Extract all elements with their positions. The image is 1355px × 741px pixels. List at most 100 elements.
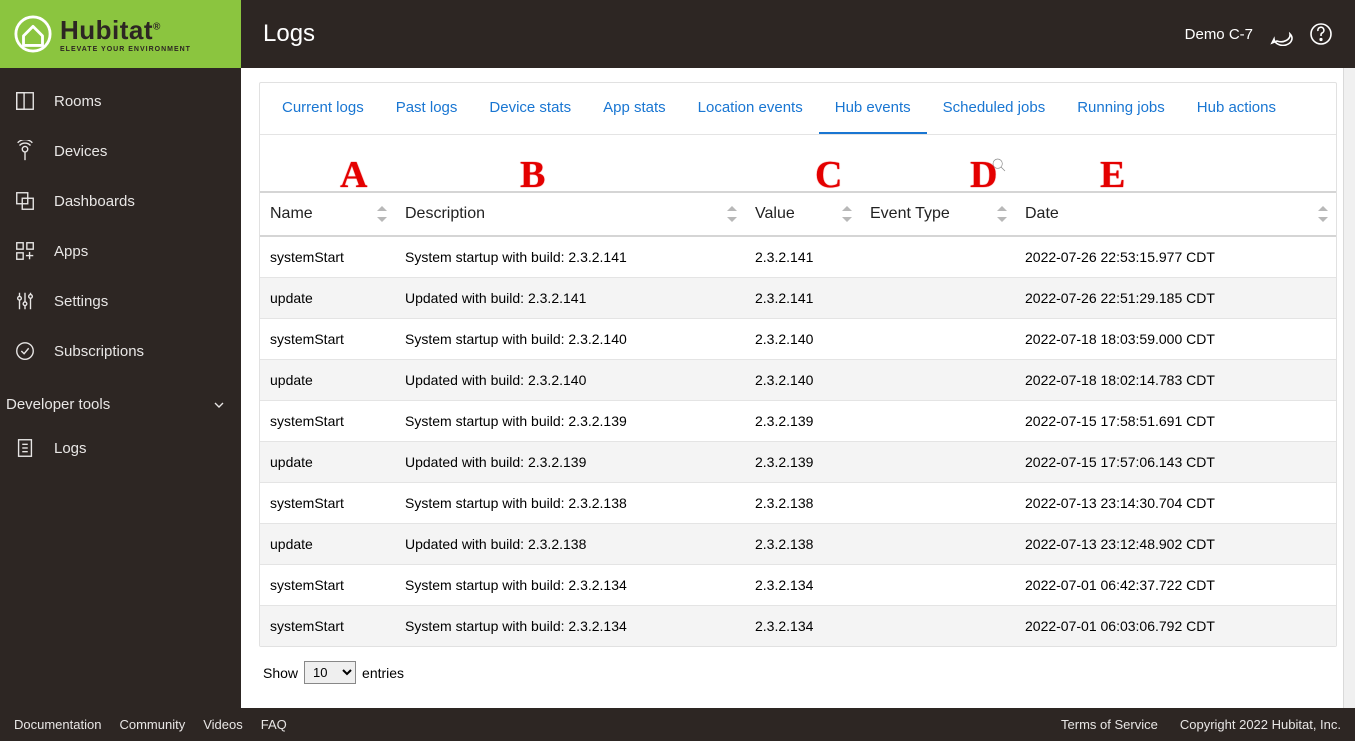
cell-event bbox=[860, 524, 1015, 565]
cell-name: systemStart bbox=[260, 565, 395, 606]
chat-icon[interactable] bbox=[1269, 22, 1293, 46]
cell-date: 2022-07-18 18:03:59.000 CDT bbox=[1015, 319, 1336, 360]
tab-scheduled-jobs[interactable]: Scheduled jobs bbox=[927, 83, 1062, 134]
rooms-icon bbox=[14, 90, 36, 112]
sidebar-item-subscriptions[interactable]: Subscriptions bbox=[0, 326, 241, 376]
cell-value: 2.3.2.139 bbox=[745, 401, 860, 442]
entries-label: entries bbox=[362, 665, 404, 681]
tab-running-jobs[interactable]: Running jobs bbox=[1061, 83, 1181, 134]
table-row[interactable]: systemStartSystem startup with build: 2.… bbox=[260, 319, 1336, 360]
cell-desc: System startup with build: 2.3.2.134 bbox=[395, 606, 745, 647]
main: Logs Demo C-7 Current logsPast logsDevic… bbox=[241, 0, 1355, 708]
cell-name: update bbox=[260, 360, 395, 401]
cell-name: update bbox=[260, 278, 395, 319]
cell-value: 2.3.2.140 bbox=[745, 319, 860, 360]
cell-value: 2.3.2.138 bbox=[745, 524, 860, 565]
footer-link-community[interactable]: Community bbox=[119, 717, 185, 732]
cell-desc: System startup with build: 2.3.2.139 bbox=[395, 401, 745, 442]
devices-icon bbox=[14, 140, 36, 162]
terms-link[interactable]: Terms of Service bbox=[1061, 717, 1158, 732]
cell-desc: System startup with build: 2.3.2.141 bbox=[395, 236, 745, 278]
cell-date: 2022-07-15 17:57:06.143 CDT bbox=[1015, 442, 1336, 483]
sort-icon bbox=[377, 206, 387, 222]
copyright: Copyright 2022 Hubitat, Inc. bbox=[1180, 717, 1341, 732]
column-description[interactable]: Description bbox=[395, 192, 745, 236]
cell-event bbox=[860, 236, 1015, 278]
cell-date: 2022-07-26 22:53:15.977 CDT bbox=[1015, 236, 1336, 278]
tab-app-stats[interactable]: App stats bbox=[587, 83, 682, 134]
cell-name: systemStart bbox=[260, 236, 395, 278]
cell-event bbox=[860, 565, 1015, 606]
table-row[interactable]: systemStartSystem startup with build: 2.… bbox=[260, 565, 1336, 606]
dashboards-icon bbox=[14, 190, 36, 212]
tab-device-stats[interactable]: Device stats bbox=[473, 83, 587, 134]
cell-name: systemStart bbox=[260, 401, 395, 442]
tab-hub-actions[interactable]: Hub actions bbox=[1181, 83, 1292, 134]
sidebar-item-dashboards[interactable]: Dashboards bbox=[0, 176, 241, 226]
logo[interactable]: Hubitat® ELEVATE YOUR ENVIRONMENT bbox=[0, 0, 241, 68]
hub-name: Demo C-7 bbox=[1185, 26, 1253, 43]
search-icon bbox=[991, 157, 1007, 173]
sidebar-item-label: Dashboards bbox=[54, 193, 135, 210]
cell-value: 2.3.2.141 bbox=[745, 236, 860, 278]
sort-icon bbox=[842, 206, 852, 222]
apps-icon bbox=[14, 240, 36, 262]
column-name[interactable]: Name bbox=[260, 192, 395, 236]
brand-tagline: ELEVATE YOUR ENVIRONMENT bbox=[60, 46, 191, 53]
table-row[interactable]: updateUpdated with build: 2.3.2.1382.3.2… bbox=[260, 524, 1336, 565]
help-icon[interactable] bbox=[1309, 22, 1333, 46]
top-bar: Logs Demo C-7 bbox=[241, 0, 1355, 68]
brand-name: Hubitat bbox=[60, 15, 153, 45]
tab-location-events[interactable]: Location events bbox=[682, 83, 819, 134]
sidebar-item-label: Settings bbox=[54, 293, 108, 310]
page-title: Logs bbox=[263, 20, 315, 48]
chevron-down-icon bbox=[211, 397, 227, 413]
sidebar-item-settings[interactable]: Settings bbox=[0, 276, 241, 326]
sidebar-item-devices[interactable]: Devices bbox=[0, 126, 241, 176]
cell-date: 2022-07-15 17:58:51.691 CDT bbox=[1015, 401, 1336, 442]
sort-icon bbox=[727, 206, 737, 222]
footer-link-documentation[interactable]: Documentation bbox=[14, 717, 101, 732]
column-event-type[interactable]: Event Type bbox=[860, 192, 1015, 236]
scrollbar[interactable] bbox=[1343, 68, 1355, 708]
developer-tools-label: Developer tools bbox=[6, 396, 110, 413]
sidebar-item-rooms[interactable]: Rooms bbox=[0, 76, 241, 126]
search-input[interactable] bbox=[991, 156, 1324, 171]
cell-value: 2.3.2.140 bbox=[745, 360, 860, 401]
column-value[interactable]: Value bbox=[745, 192, 860, 236]
table-row[interactable]: updateUpdated with build: 2.3.2.1412.3.2… bbox=[260, 278, 1336, 319]
sidebar-item-apps[interactable]: Apps bbox=[0, 226, 241, 276]
footer: Documentation Community Videos FAQ Terms of… bbox=[0, 708, 1355, 741]
table-row[interactable]: systemStartSystem startup with build: 2.… bbox=[260, 606, 1336, 647]
cell-desc: System startup with build: 2.3.2.138 bbox=[395, 483, 745, 524]
column-date[interactable]: Date bbox=[1015, 192, 1336, 236]
cell-date: 2022-07-26 22:51:29.185 CDT bbox=[1015, 278, 1336, 319]
table-row[interactable]: updateUpdated with build: 2.3.2.1392.3.2… bbox=[260, 442, 1336, 483]
cell-date: 2022-07-01 06:42:37.722 CDT bbox=[1015, 565, 1336, 606]
footer-link-videos[interactable]: Videos bbox=[203, 717, 243, 732]
cell-event bbox=[860, 360, 1015, 401]
tab-current-logs[interactable]: Current logs bbox=[266, 83, 380, 134]
cell-event bbox=[860, 442, 1015, 483]
cell-date: 2022-07-01 06:03:06.792 CDT bbox=[1015, 606, 1336, 647]
tab-hub-events[interactable]: Hub events bbox=[819, 83, 927, 134]
cell-value: 2.3.2.139 bbox=[745, 442, 860, 483]
cell-name: update bbox=[260, 442, 395, 483]
events-table: NameDescriptionValueEvent TypeDate syste… bbox=[260, 191, 1336, 646]
sort-icon bbox=[997, 206, 1007, 222]
table-row[interactable]: systemStartSystem startup with build: 2.… bbox=[260, 401, 1336, 442]
footer-link-faq[interactable]: FAQ bbox=[261, 717, 287, 732]
tab-past-logs[interactable]: Past logs bbox=[380, 83, 474, 134]
sidebar-developer-tools[interactable]: Developer tools bbox=[0, 384, 241, 425]
sidebar-item-logs[interactable]: Logs bbox=[0, 425, 241, 471]
table-row[interactable]: systemStartSystem startup with build: 2.… bbox=[260, 236, 1336, 278]
cell-date: 2022-07-13 23:14:30.704 CDT bbox=[1015, 483, 1336, 524]
table-row[interactable]: systemStartSystem startup with build: 2.… bbox=[260, 483, 1336, 524]
page-length-select[interactable]: 102550100 bbox=[304, 661, 356, 684]
sidebar-item-label: Devices bbox=[54, 143, 107, 160]
table-row[interactable]: updateUpdated with build: 2.3.2.1402.3.2… bbox=[260, 360, 1336, 401]
cell-event bbox=[860, 483, 1015, 524]
sidebar-item-label: Rooms bbox=[54, 93, 102, 110]
sidebar: Hubitat® ELEVATE YOUR ENVIRONMENT Rooms … bbox=[0, 0, 241, 708]
logo-icon bbox=[14, 15, 52, 53]
